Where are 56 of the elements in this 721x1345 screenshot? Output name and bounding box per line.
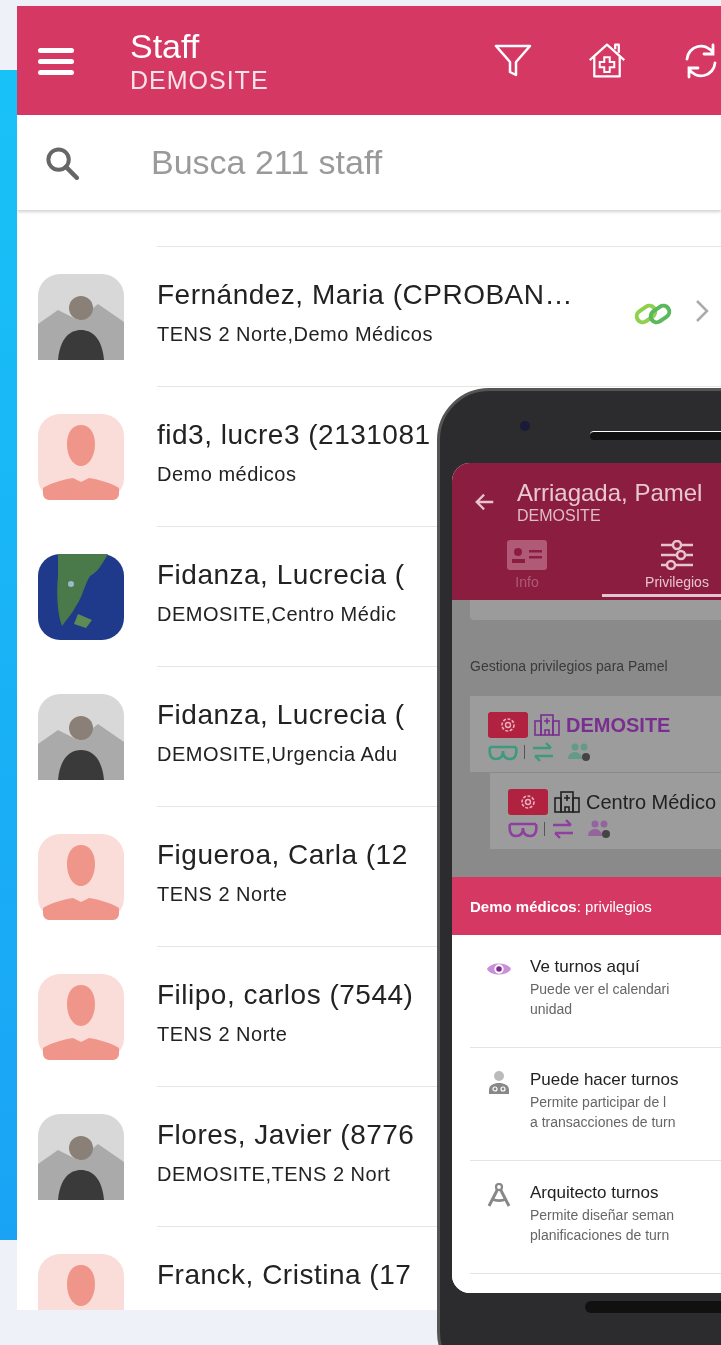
profile-name: Arriagada, Pamel <box>517 479 703 507</box>
tab[interactable]: Privilegios <box>602 537 721 597</box>
people-gear-icon <box>587 819 611 839</box>
staff-name: Fidanza, Lucrecia ( <box>157 699 405 731</box>
privilege-description: Permite participar de l <box>530 1094 668 1110</box>
staff-name: Figueroa, Carla (12 <box>157 839 408 871</box>
privilege-description: a transacciones de turn <box>530 1114 677 1130</box>
building-icon <box>554 791 580 813</box>
doctor-icon <box>486 1070 512 1094</box>
staff-units: DEMOSITE,TENS 2 Nort <box>157 1163 391 1186</box>
site-name: DEMOSITE <box>130 66 270 95</box>
intro-text: Gestiona privilegios para Pamel <box>470 658 669 674</box>
staff-units: TENS 2 Norte <box>157 883 288 906</box>
staff-units: TENS 2 Norte,Demo Médicos <box>157 323 433 346</box>
drafting-compass-icon <box>486 1183 512 1207</box>
avatar-icon <box>38 834 124 920</box>
swap-arrows-icon <box>531 742 555 762</box>
staff-units: DEMOSITE,Urgencia Adu <box>157 743 398 766</box>
search-field[interactable]: Busca 211 staff <box>79 115 721 210</box>
privilege-title: Arquitecto turnos <box>530 1183 660 1203</box>
staff-name: Flores, Javier (8776 <box>157 1119 415 1151</box>
privilege-item[interactable]: Ve turnos aquí Puede ver el calendari unidad <box>470 935 721 1048</box>
menu-icon[interactable] <box>38 45 74 76</box>
staff-name: fid3, lucre3 (2131081 <box>157 419 431 451</box>
settings-button[interactable] <box>488 712 528 738</box>
swap-arrows-icon <box>551 819 575 839</box>
site-name: DEMOSITE <box>517 507 602 525</box>
privilege-item[interactable]: Arquitecto turnos Permite diseñar seman planificaciones de turn <box>470 1161 721 1274</box>
staff-units: TENS 2 Norte <box>157 1023 288 1046</box>
unit-card[interactable]: Centro Médico <box>490 772 721 849</box>
privilege-title: Puede hacer turnos <box>530 1070 679 1090</box>
staff-name: Franck, Cristina (17 <box>157 1259 412 1291</box>
staff-name: Filipo, carlos (7544) <box>157 979 414 1011</box>
avatar-icon <box>38 974 124 1060</box>
privilege-description: planificaciones de turn <box>530 1227 671 1243</box>
back-arrow-icon[interactable] <box>474 491 496 513</box>
staff-name: Fidanza, Lucrecia ( <box>157 559 405 591</box>
screen-title: Staff <box>130 26 201 66</box>
unit-name: Centro Médico <box>586 790 717 814</box>
building-icon <box>534 714 560 736</box>
staff-units: Demo médicos <box>157 463 297 486</box>
id-card-icon <box>507 540 547 570</box>
privilege-item[interactable]: Puede hacer turnos Permite participar de l a transacciones de turn <box>470 1048 721 1161</box>
privilege-title: Ve turnos aquí <box>530 957 641 977</box>
avatar-icon <box>38 414 124 500</box>
chevron-right-icon <box>695 299 709 323</box>
settings-button[interactable] <box>508 789 548 815</box>
privilege-description: unidad <box>530 1001 574 1017</box>
people-gear-icon <box>567 742 591 762</box>
privilege-description: Permite diseñar seman <box>530 1207 674 1223</box>
staff-units: DEMOSITE,Centro Médic <box>157 603 397 626</box>
privilege-description: Puede ver el calendari <box>530 981 670 997</box>
search-icon <box>45 145 79 180</box>
unit-name: DEMOSITE <box>566 713 671 737</box>
staff-name: Fernández, Maria (CPROBAN… <box>157 279 573 311</box>
sheet-title: Demo médicos: privilegios <box>470 897 652 915</box>
